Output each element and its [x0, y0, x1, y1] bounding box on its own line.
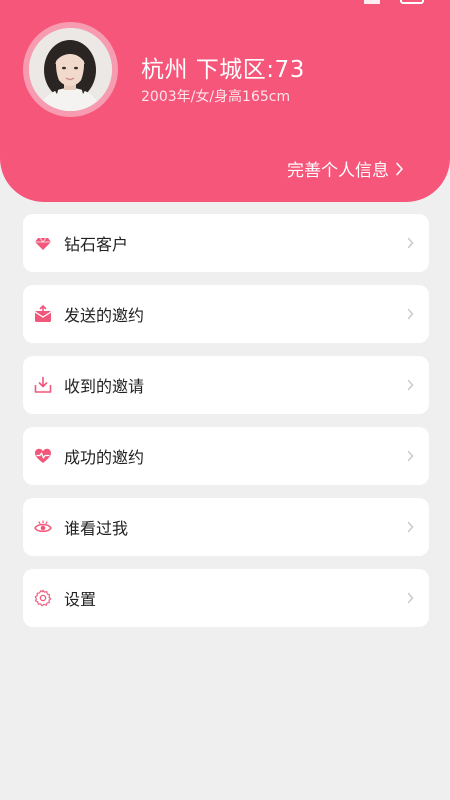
menu-item-settings[interactable]: 设置 [23, 569, 429, 627]
chevron-right-icon [407, 237, 414, 249]
chevron-right-icon [396, 162, 403, 175]
menu-item-label: 谁看过我 [64, 519, 129, 538]
chevron-right-icon [407, 521, 414, 533]
avatar[interactable] [29, 28, 112, 111]
menu-item-successful-invitations[interactable]: 成功的邀约 [23, 427, 429, 485]
heartbeat-icon [34, 447, 52, 465]
avatar-photo [29, 28, 112, 111]
chevron-right-icon [407, 450, 414, 462]
menu-item-who-viewed-me[interactable]: 谁看过我 [23, 498, 429, 556]
complete-profile-label: 完善个人信息 [287, 161, 389, 181]
menu-item-diamond[interactable]: 钻石客户 [23, 214, 429, 272]
eye-icon [34, 518, 52, 536]
menu-item-received-invitations[interactable]: 收到的邀请 [23, 356, 429, 414]
signal-icon [364, 0, 380, 4]
profile-header: 杭州 下城区:73 2003年/女/身高165cm 完善个人信息 [0, 0, 450, 202]
inbox-download-icon [34, 376, 52, 394]
gear-icon [34, 589, 52, 607]
chevron-right-icon [407, 379, 414, 391]
chevron-right-icon [407, 592, 414, 604]
profile-screen: 杭州 下城区:73 2003年/女/身高165cm 完善个人信息 钻石客户 发送… [0, 0, 450, 800]
send-mail-icon [34, 305, 52, 323]
battery-icon [400, 0, 424, 4]
menu-item-label: 发送的邀约 [64, 306, 145, 325]
status-bar [0, 0, 450, 8]
avatar-ring[interactable] [23, 22, 118, 117]
menu-list: 钻石客户 发送的邀约 收到的邀请 成功的邀约 谁看过我 设置 [23, 214, 429, 640]
menu-item-label: 收到的邀请 [64, 377, 145, 396]
diamond-icon [34, 234, 52, 252]
menu-item-label: 设置 [64, 590, 97, 609]
profile-meta: 2003年/女/身高165cm [141, 89, 291, 105]
menu-item-sent-invitations[interactable]: 发送的邀约 [23, 285, 429, 343]
chevron-right-icon [407, 308, 414, 320]
menu-item-label: 成功的邀约 [64, 448, 145, 467]
menu-item-label: 钻石客户 [64, 235, 129, 254]
complete-profile-link[interactable]: 完善个人信息 [287, 156, 404, 181]
profile-name: 杭州 下城区:73 [141, 57, 305, 83]
